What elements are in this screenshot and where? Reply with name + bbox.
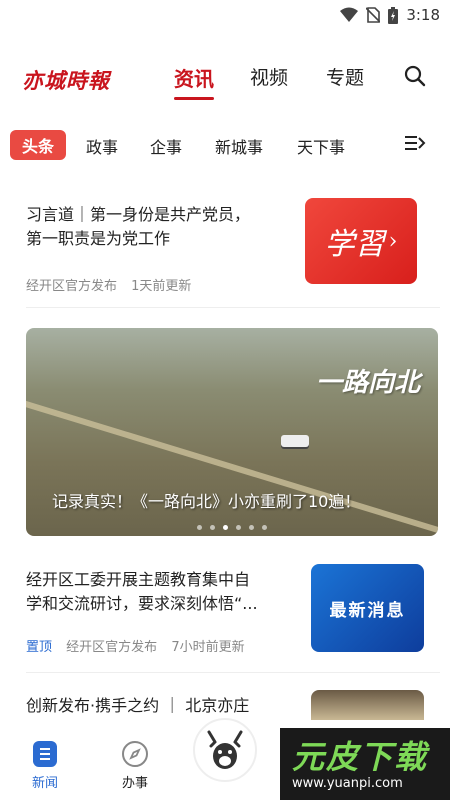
tab-topics[interactable]: 专题 (326, 63, 364, 90)
tab-news[interactable]: 资讯 (174, 63, 214, 100)
article-time: 7小时前更新 (171, 640, 245, 655)
article-source: 经开区官方发布 (66, 640, 158, 655)
article-meta: 置顶 经开区官方发布 7小时前更新 (26, 636, 245, 655)
status-time: 3:18 (406, 6, 440, 24)
article-time: 1天前更新 (131, 279, 192, 294)
category-new-city[interactable]: 新城事 (215, 134, 263, 158)
category-politics[interactable]: 政事 (86, 134, 118, 158)
bottom-tab-news[interactable]: 新闻 (15, 740, 75, 791)
banner-road (26, 398, 438, 536)
watermark-url: www.yuanpi.com (292, 776, 403, 791)
divider (26, 672, 440, 673)
carousel-dot[interactable] (249, 525, 254, 530)
deer-mascot-icon (207, 730, 243, 769)
search-button[interactable] (404, 65, 426, 91)
carousel-indicator (26, 525, 438, 530)
watermark-title: 元皮下载 (292, 738, 429, 776)
battery-charging-icon (388, 6, 399, 24)
watermark: 元皮下载 www.yuanpi.com (280, 728, 450, 800)
chevron-right-icon: › (388, 228, 398, 254)
carousel-dot[interactable] (262, 525, 267, 530)
wifi-icon (340, 7, 359, 22)
category-more-button[interactable] (404, 134, 426, 156)
banner-caption: 记录真实！《一路向北》小亦重刷了10遍！ (52, 492, 361, 511)
article-source: 经开区官方发布 (26, 279, 118, 294)
article-title-line: 习言道｜第一身份是共产党员， (26, 205, 251, 224)
article-title-line: 学和交流研讨，要求深刻体悟“... (26, 594, 258, 613)
article-title-line: 经开区工委开展主题教育集中自 (26, 570, 251, 589)
banner-carousel[interactable]: 一路向北 记录真实！《一路向北》小亦重刷了10遍！ (26, 328, 438, 536)
thumbnail-text: 最新消息 (329, 600, 406, 621)
article-thumbnail[interactable] (311, 690, 424, 720)
thumbnail-text: 学習 (324, 227, 385, 262)
no-sim-icon (366, 7, 381, 23)
bottom-tab-label: 新闻 (31, 776, 58, 791)
article-thumbnail[interactable]: 学習 › (305, 198, 417, 284)
carousel-dot[interactable] (197, 525, 202, 530)
tab-video[interactable]: 视频 (250, 63, 288, 90)
deer-mascot-button[interactable] (193, 718, 257, 782)
search-icon (404, 65, 426, 87)
pinned-badge: 置顶 (26, 640, 53, 655)
carousel-dot[interactable] (210, 525, 215, 530)
carousel-dot[interactable] (223, 525, 228, 530)
article-meta: 经开区官方发布 1天前更新 (26, 275, 191, 294)
category-world[interactable]: 天下事 (297, 134, 345, 158)
menu-expand-icon (405, 136, 426, 150)
category-business[interactable]: 企事 (150, 134, 182, 158)
banner-car (281, 435, 309, 447)
article-title-line: 创新发布·携手之约 ｜ 北京亦庄 (26, 696, 250, 715)
category-headline[interactable]: 头条 (10, 130, 67, 160)
app-logo: 亦城時報 (22, 68, 110, 93)
banner-overlay-text: 一路向北 (315, 368, 420, 398)
carousel-dot[interactable] (236, 525, 241, 530)
category-bar: 头条 政事 企事 新城事 天下事 (0, 128, 450, 164)
bottom-tab-label: 办事 (121, 776, 148, 791)
divider (26, 307, 440, 308)
article-thumbnail[interactable]: 最新消息 (311, 564, 424, 652)
status-bar: 3:18 (0, 0, 450, 32)
compass-icon (122, 741, 148, 767)
article-title-line: 第一职责是为党工作 (26, 229, 171, 248)
bottom-tab-services[interactable]: 办事 (105, 740, 165, 791)
news-icon (33, 741, 57, 767)
top-nav: 亦城時報 资讯 视频 专题 (0, 55, 450, 100)
